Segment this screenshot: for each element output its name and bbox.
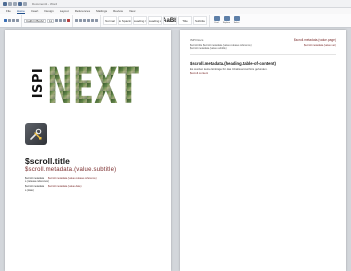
- find-label: Find: [214, 22, 219, 24]
- format-painter-icon[interactable]: [16, 19, 19, 22]
- title-bar: Document1 - Word: [0, 0, 351, 8]
- meta-value: $scroll.metadata.(value.date): [48, 185, 82, 189]
- copy-icon[interactable]: [12, 19, 15, 22]
- app-icon: [25, 123, 47, 145]
- tools-icon: [30, 128, 42, 140]
- numbering-icon[interactable]: [79, 19, 82, 22]
- ribbon: Calibri (Body) 11 Normal No Spacing Head…: [0, 14, 351, 28]
- paste-icon[interactable]: [4, 19, 7, 22]
- undo-icon[interactable]: [8, 1, 12, 6]
- print-icon[interactable]: [18, 1, 22, 6]
- header-line-left: $scroll.metadata.(value.subtitle): [190, 47, 227, 51]
- toc-heading: $scroll.metadata.(heading.table-of-conte…: [190, 61, 276, 66]
- select-icon: [233, 16, 240, 21]
- select-label: Select: [233, 22, 240, 24]
- page-header-left: ISPI Docs: [190, 38, 204, 42]
- logo-isp-text: ISPI: [31, 67, 46, 99]
- italic-icon[interactable]: [59, 19, 62, 22]
- font-name-select[interactable]: Calibri (Body): [24, 18, 46, 23]
- header-line-right: $scroll.metadata.(value.ver): [303, 44, 336, 47]
- replace-label: Replace: [222, 22, 231, 24]
- align-center-icon[interactable]: [87, 19, 90, 22]
- meta-key: s.(date): [25, 188, 34, 192]
- font-size-select[interactable]: 11: [47, 18, 54, 23]
- replace-icon: [223, 16, 230, 21]
- header-divider: [190, 54, 336, 55]
- font-group: Calibri (Body) 11: [22, 14, 73, 27]
- select-button[interactable]: Select: [232, 15, 241, 26]
- tab-review[interactable]: Review: [113, 9, 123, 13]
- replace-button[interactable]: Replace: [222, 15, 231, 26]
- tab-insert[interactable]: Insert: [31, 9, 39, 13]
- page-header-right: $scroll.metadata.(value.page): [294, 38, 336, 42]
- tab-layout[interactable]: Layout: [60, 9, 69, 13]
- content-page[interactable]: ISPI Docs $scroll.metadata.(value.page) …: [180, 30, 346, 271]
- paragraph-group: [73, 14, 101, 27]
- save-icon[interactable]: [3, 1, 7, 6]
- tab-home[interactable]: Home: [16, 9, 25, 14]
- style-no-spacing[interactable]: No Spacing: [118, 16, 132, 25]
- find-button[interactable]: Find: [212, 15, 221, 26]
- meta-key: s.(release.reference): [25, 180, 49, 184]
- align-right-icon[interactable]: [91, 19, 94, 22]
- tab-design[interactable]: Design: [44, 9, 53, 13]
- logo-next: NEXT: [47, 59, 139, 107]
- cover-page[interactable]: ISPI NEXT $scroll.title $scroll.metadata…: [5, 30, 171, 271]
- cover-subtitle: $scroll.metadata.(value.subtitle): [25, 167, 117, 173]
- bold-icon[interactable]: [55, 19, 58, 22]
- tab-file[interactable]: File: [6, 9, 11, 13]
- cut-icon[interactable]: [8, 19, 11, 22]
- tab-references[interactable]: References: [75, 9, 90, 13]
- justify-icon[interactable]: [95, 19, 98, 22]
- align-left-icon[interactable]: [83, 19, 86, 22]
- meta-row: s.(date): [25, 189, 125, 192]
- style-normal[interactable]: Normal: [103, 16, 117, 25]
- underline-icon[interactable]: [63, 19, 66, 22]
- bullets-icon[interactable]: [75, 19, 78, 22]
- font-color-icon[interactable]: [67, 19, 70, 22]
- find-icon: [213, 16, 220, 21]
- editing-group: Find Replace Select: [210, 15, 243, 27]
- styles-group: Normal No Spacing Heading 1 Heading 2 Aa…: [101, 14, 210, 27]
- logo-isp: ISPI: [31, 63, 46, 103]
- cover-title: $scroll.title: [25, 156, 70, 166]
- tab-view[interactable]: View: [129, 9, 135, 13]
- redo-icon[interactable]: [13, 1, 17, 6]
- tab-mailings[interactable]: Mailings: [96, 9, 107, 13]
- window-title: Document1 - Word: [32, 1, 58, 6]
- style-subtitle[interactable]: Subtitle: [193, 16, 207, 25]
- style-aabb[interactable]: AaBb: [163, 16, 177, 25]
- header-metadata: $scroll.title $scroll.metadata.(value.re…: [190, 44, 336, 50]
- style-heading-2[interactable]: Heading 2: [148, 16, 162, 25]
- meta-value: $scroll.metadata.(value.release.referenc…: [48, 177, 97, 180]
- cover-metadata: $scroll.metadata $scroll.metadata.(value…: [25, 177, 125, 192]
- toc-content-link[interactable]: $scroll.content: [190, 71, 208, 75]
- header-line: $scroll.metadata.(value.subtitle): [190, 47, 336, 50]
- style-title[interactable]: Title: [178, 16, 192, 25]
- clipboard-group: [2, 14, 22, 27]
- meta-row: s.(release.reference): [25, 180, 125, 183]
- style-heading-1[interactable]: Heading 1: [133, 16, 147, 25]
- document-workspace[interactable]: ISPI NEXT $scroll.title $scroll.metadata…: [0, 28, 351, 271]
- customize-icon[interactable]: [23, 1, 27, 6]
- logo-next-text: NEXT: [47, 59, 139, 107]
